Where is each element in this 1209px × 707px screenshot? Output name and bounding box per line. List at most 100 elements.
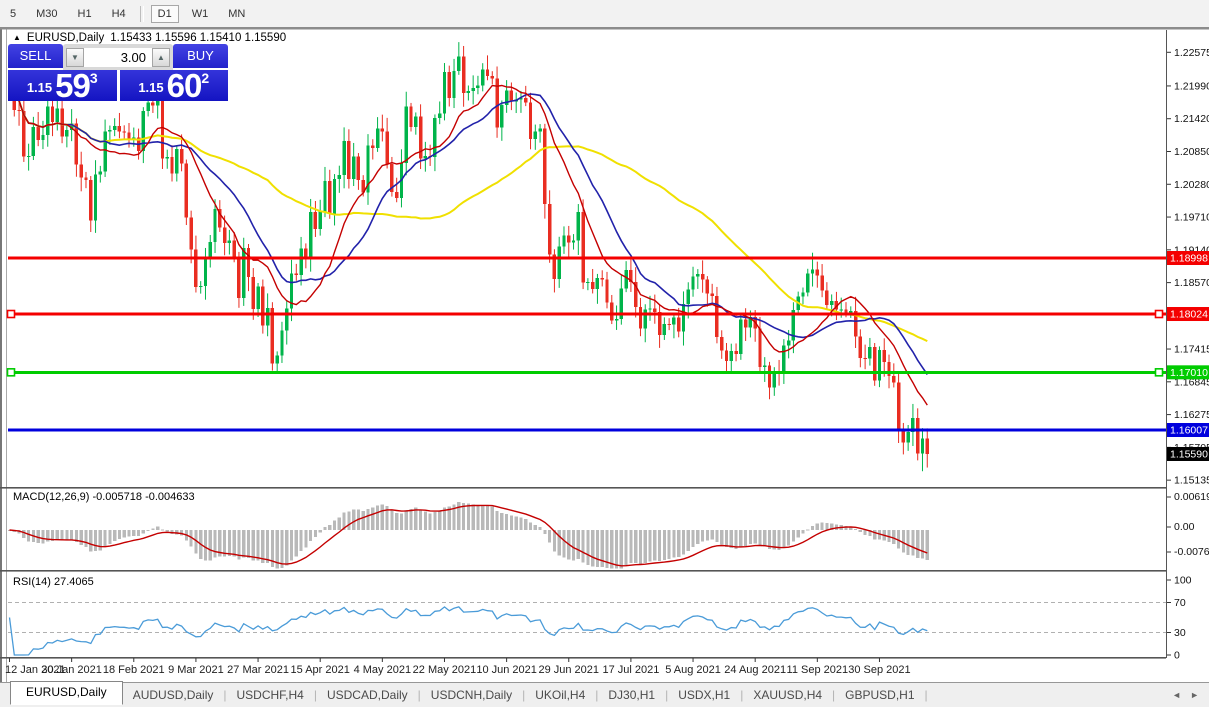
candle-body xyxy=(51,107,54,123)
candle-body xyxy=(529,103,532,139)
macd-bar xyxy=(615,530,618,569)
collapse-triangle-icon[interactable]: ▲ xyxy=(13,33,21,43)
candle-body xyxy=(56,108,59,122)
macd-bar xyxy=(242,530,245,558)
candle-body xyxy=(75,123,78,164)
macd-bar xyxy=(505,514,508,530)
line-drag-handle[interactable] xyxy=(1156,311,1163,318)
volume-input[interactable]: 3.00 xyxy=(84,48,152,67)
macd-bar xyxy=(41,530,44,544)
candle-body xyxy=(596,278,599,289)
symbol-tab-usdcad[interactable]: USDCAD,Daily xyxy=(317,688,418,702)
macd-bar xyxy=(309,530,312,541)
symbol-tab-usdcnh[interactable]: USDCNH,Daily xyxy=(421,688,522,702)
timeframe-button-m30[interactable]: M30 xyxy=(29,5,64,23)
candle-body xyxy=(151,103,154,106)
symbol-tab-audusd[interactable]: AUDUSD,Daily xyxy=(123,688,224,702)
line-drag-handle[interactable] xyxy=(8,369,15,376)
candle-body xyxy=(395,192,398,198)
symbol-tab-xauusd[interactable]: XAUUSD,H4 xyxy=(743,688,832,702)
macd-bar xyxy=(806,529,809,530)
symbol-tab-dj30[interactable]: DJ30,H1 xyxy=(598,688,665,702)
macd-bar xyxy=(782,530,785,548)
candle-body xyxy=(849,311,852,313)
chart-header: ▲ EURUSD,Daily 1.15433 1.15596 1.15410 1… xyxy=(13,32,286,44)
macd-bar xyxy=(758,530,761,545)
symbol-tab-gbpusd[interactable]: GBPUSD,H1 xyxy=(835,688,924,702)
candle-body xyxy=(902,431,905,443)
candle-body xyxy=(309,212,312,259)
timeframe-button-d1[interactable]: D1 xyxy=(151,5,179,23)
pane-separator[interactable] xyxy=(0,570,1166,572)
symbol-tab-ukoil[interactable]: UKOil,H4 xyxy=(525,688,595,702)
macd-bar xyxy=(429,513,432,530)
candle-body xyxy=(859,337,862,358)
macd-bar xyxy=(916,530,919,558)
candle-body xyxy=(161,100,164,159)
tab-scroll-right-icon[interactable]: ► xyxy=(1190,690,1199,700)
candle-body xyxy=(806,273,809,292)
symbol-tab-usdchf[interactable]: USDCHF,H4 xyxy=(227,688,314,702)
candle-body xyxy=(639,307,642,329)
timeframe-button-h4[interactable]: H4 xyxy=(105,5,133,23)
sell-price-box[interactable]: 1.15 59 3 xyxy=(8,70,117,101)
candle-body xyxy=(906,432,909,442)
candle-body xyxy=(467,91,470,93)
candle-body xyxy=(476,85,479,88)
chart-canvas[interactable]: 1.225751.219901.214201.208501.202801.197… xyxy=(0,0,1209,707)
macd-bar xyxy=(299,530,302,551)
macd-bar xyxy=(414,508,417,530)
timeframe-button-w1[interactable]: W1 xyxy=(185,5,216,23)
macd-bar xyxy=(854,529,857,530)
candle-body xyxy=(548,204,551,255)
macd-bar xyxy=(304,530,307,547)
macd-bar xyxy=(873,530,876,539)
line-drag-handle[interactable] xyxy=(1156,369,1163,376)
candle-body xyxy=(892,376,895,383)
macd-bar xyxy=(859,530,862,532)
macd-bar xyxy=(319,530,322,533)
candle-body xyxy=(36,127,39,140)
price-tick-label: 1.21990 xyxy=(1174,80,1209,92)
macd-bar xyxy=(142,530,145,533)
macd-bar xyxy=(266,530,269,563)
candle-body xyxy=(811,269,814,273)
volume-decrease-button[interactable]: ▼ xyxy=(66,48,84,67)
time-tick-label: 30 Jan 2021 xyxy=(41,664,102,676)
timeframe-button-mn[interactable]: MN xyxy=(221,5,252,23)
timeframe-button-5[interactable]: 5 xyxy=(3,5,23,23)
macd-bar xyxy=(921,530,924,559)
pane-separator[interactable] xyxy=(0,657,1166,659)
macd-bar xyxy=(228,530,231,556)
rsi-label: RSI(14) 27.4065 xyxy=(13,576,94,588)
macd-bar xyxy=(204,530,207,561)
candle-body xyxy=(46,107,49,135)
volume-increase-button[interactable]: ▲ xyxy=(152,48,170,67)
candle-body xyxy=(558,246,561,279)
macd-bar xyxy=(730,530,733,548)
time-tick-label: 18 Feb 2021 xyxy=(103,664,165,676)
timeframe-button-h1[interactable]: H1 xyxy=(71,5,99,23)
macd-bar xyxy=(405,510,408,530)
candle-body xyxy=(577,212,580,241)
macd-bar xyxy=(137,530,140,536)
price-tick-label: 1.15135 xyxy=(1174,475,1209,487)
macd-bar xyxy=(457,502,460,530)
pane-separator[interactable] xyxy=(0,487,1166,489)
sell-price-big: 59 xyxy=(55,71,90,100)
macd-bar xyxy=(280,530,283,568)
buy-price-box[interactable]: 1.15 60 2 xyxy=(120,70,229,101)
macd-bar xyxy=(582,530,585,562)
symbol-tab-usdx[interactable]: USDX,H1 xyxy=(668,688,740,702)
macd-bar xyxy=(816,523,819,530)
symbol-tab-eurusd[interactable]: EURUSD,Daily xyxy=(10,681,123,705)
candle-body xyxy=(223,227,226,243)
candle-body xyxy=(605,280,608,303)
candle-body xyxy=(209,242,212,258)
tab-scroll-left-icon[interactable]: ◄ xyxy=(1172,690,1181,700)
macd-bar xyxy=(381,504,384,530)
candle-body xyxy=(816,269,819,275)
candle-body xyxy=(462,57,465,93)
candle-body xyxy=(830,301,833,305)
line-drag-handle[interactable] xyxy=(8,311,15,318)
